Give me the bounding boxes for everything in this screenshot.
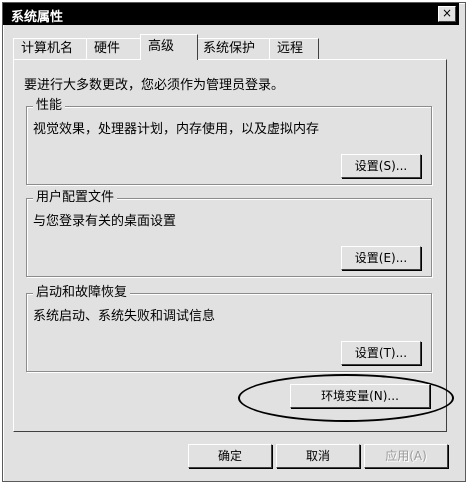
startup-recovery-settings-button[interactable]: 设置(T)...: [341, 341, 421, 365]
startup-recovery-description: 系统启动、系统失败和调试信息: [33, 309, 216, 324]
tab-remote[interactable]: 远程: [269, 38, 319, 59]
tab-computer-name[interactable]: 计算机名: [13, 38, 87, 59]
performance-settings-button[interactable]: 设置(S)...: [341, 154, 421, 178]
tab-advanced[interactable]: 高级: [140, 34, 198, 60]
performance-group: 性能 视觉效果，处理器计划，内存使用，以及虚拟内存 设置(S)...: [26, 98, 432, 185]
tab-system-protection[interactable]: 系统保护: [195, 38, 271, 59]
user-profiles-settings-button[interactable]: 设置(E)...: [341, 246, 421, 270]
environment-variables-button[interactable]: 环境变量(N)...: [290, 384, 430, 408]
title-bar: 系统属性 ×: [3, 3, 459, 25]
window-title: 系统属性: [11, 10, 64, 25]
performance-description: 视觉效果，处理器计划，内存使用，以及虚拟内存: [33, 122, 320, 137]
user-profiles-group-title: 用户配置文件: [33, 190, 118, 206]
apply-button[interactable]: 应用(A): [364, 444, 448, 468]
startup-recovery-group-title: 启动和故障恢复: [33, 285, 131, 301]
close-button[interactable]: ×: [438, 6, 456, 22]
tab-hardware[interactable]: 硬件: [86, 38, 142, 59]
cancel-button[interactable]: 取消: [276, 444, 360, 468]
admin-notice: 要进行大多数更改，您必须作为管理员登录。: [24, 78, 285, 93]
performance-group-title: 性能: [33, 98, 66, 114]
user-profiles-group: 用户配置文件 与您登录有关的桌面设置 设置(E)...: [26, 190, 432, 277]
ok-button[interactable]: 确定: [188, 444, 272, 468]
user-profiles-description: 与您登录有关的桌面设置: [33, 214, 177, 229]
startup-recovery-group: 启动和故障恢复 系统启动、系统失败和调试信息 设置(T)...: [26, 285, 432, 372]
